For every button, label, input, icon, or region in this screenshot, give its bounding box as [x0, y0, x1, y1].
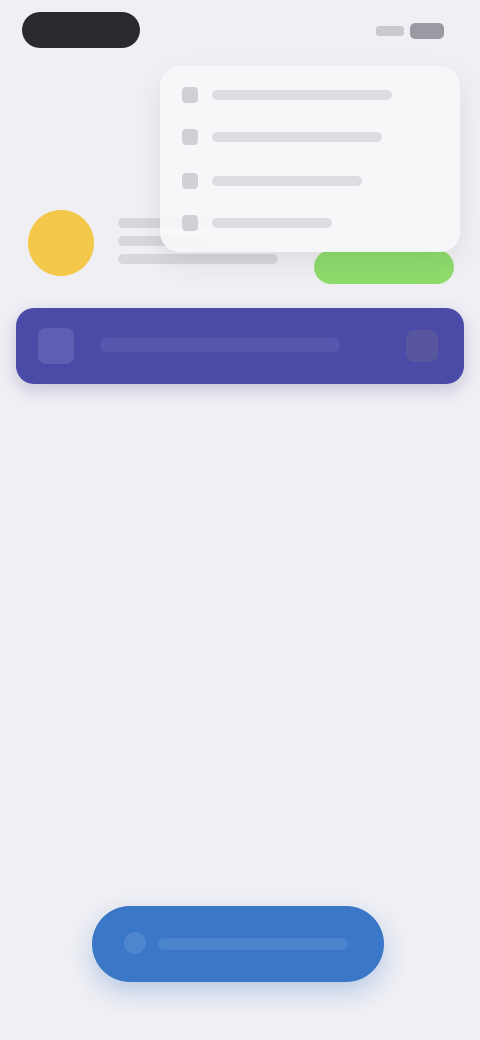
menu-item-icon: [182, 87, 198, 103]
menu-item[interactable]: [182, 168, 362, 194]
page-title: [22, 136, 172, 176]
menu-item-label: [212, 176, 362, 186]
menu-item-label: [212, 132, 382, 142]
banner-icon: [38, 328, 74, 364]
signal-icon: [376, 26, 404, 36]
primary-action-button[interactable]: [92, 906, 384, 982]
status-indicators: [376, 22, 444, 40]
menu-item-icon: [182, 129, 198, 145]
banner-text: [100, 338, 340, 352]
battery-icon: [410, 23, 444, 39]
button-icon: [124, 932, 146, 954]
banner-close-button[interactable]: [406, 330, 438, 362]
dropdown-menu: [160, 66, 460, 252]
button-label: [158, 938, 348, 950]
menu-item[interactable]: [182, 124, 382, 150]
profile-subtitle: [118, 254, 278, 264]
dynamic-island: [22, 12, 140, 48]
profile-action-button[interactable]: [314, 250, 454, 284]
status-bar: [0, 0, 480, 64]
avatar[interactable]: [28, 210, 94, 276]
promo-banner[interactable]: [16, 308, 464, 384]
menu-item[interactable]: [182, 82, 392, 108]
menu-item-icon: [182, 173, 198, 189]
menu-item[interactable]: [182, 210, 332, 236]
menu-item-icon: [182, 215, 198, 231]
menu-item-label: [212, 218, 332, 228]
menu-item-label: [212, 90, 392, 100]
